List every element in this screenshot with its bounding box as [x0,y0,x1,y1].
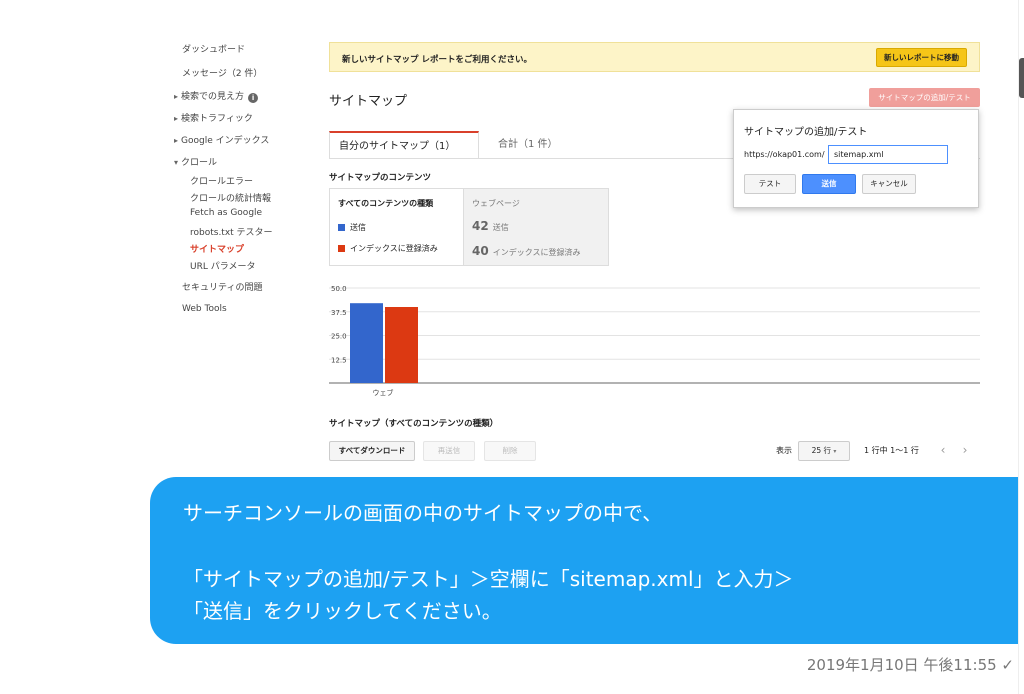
sitemap-bar-chart: 50.0 37.5 25.0 12.5 ウェブ [329,285,980,397]
indexed-count-label: インデックスに登録済み [492,248,581,257]
tab-my-sitemaps[interactable]: 自分のサイトマップ（1） [329,131,479,159]
sidebar-item-sitemaps[interactable]: サイトマップ [190,242,244,255]
indexed-count: 40 [472,244,489,258]
add-test-sitemap-button[interactable]: サイトマップの追加/テスト [869,88,980,107]
dialog-title: サイトマップの追加/テスト [744,127,868,138]
rows-select-value: 25 行 [811,446,832,455]
y-tick-label: 25.0 [331,333,347,341]
cancel-button[interactable]: キャンセル [862,174,916,194]
contents-section-title: サイトマップのコンテンツ [329,173,432,183]
banner-text: 新しいサイトマップ レポートをご利用ください。 [342,55,532,65]
bar-submitted [350,303,383,383]
display-label: 表示 [776,446,792,455]
go-to-new-report-button[interactable]: 新しいレポートに移動 [876,48,967,67]
message-line-2: 「サイトマップの追加/テスト」＞空欄に「sitemap.xml」と入力＞ [183,567,794,591]
sidebar-item-dashboard[interactable]: ダッシュボード [182,42,245,55]
sidebar-item-security[interactable]: セキュリティの問題 [182,280,262,293]
sidebar-item-robots-tester[interactable]: robots.txt テスター [190,225,273,238]
site-url-prefix: https://okap01.com/ [744,150,825,159]
y-tick-label: 50.0 [331,285,347,293]
sidebar-item-label: 検索での見え方 [181,92,245,102]
legend-header: すべてのコンテンツの種類 [338,199,434,208]
add-sitemap-dialog: サイトマップの追加/テスト https://okap01.com/ sitema… [733,109,979,208]
sidebar-item-crawl-stats[interactable]: クロールの統計情報 [190,191,271,204]
sitemap-list-title: サイトマップ（すべてのコンテンツの種類） [329,419,499,429]
legend-web-header: ウェブページ [472,199,520,208]
rows-per-page-select[interactable]: 25 行 ▾ [798,441,850,461]
sidebar-item-label: Google インデックス [181,136,270,146]
page-title: サイトマップ [329,94,408,109]
submitted-count-label: 送信 [492,223,509,232]
bar-indexed [385,307,418,383]
sidebar-item-crawl-errors[interactable]: クロールエラー [190,174,253,187]
download-all-button[interactable]: すべてダウンロード [329,441,415,461]
sidebar-item-messages[interactable]: メッセージ（2 件） [182,66,262,79]
x-tick-label: ウェブ [373,388,394,397]
legend-label: 送信 [350,223,366,232]
test-button[interactable]: テスト [744,174,796,194]
contents-legend: すべてのコンテンツの種類 送信 インデックスに登録済み ウェブページ 42 送信 … [329,188,609,266]
legend-all-types[interactable]: すべてのコンテンツの種類 送信 インデックスに登録済み [329,188,464,266]
chat-message-bubble: サーチコンソールの画面の中のサイトマップの中で、 「サイトマップの追加/テスト」… [150,477,1018,644]
indexed-count-row: 40 インデックスに登録済み [472,244,580,258]
sidebar-item-search-appearance[interactable]: 検索での見え方i [174,89,259,103]
prev-page-icon[interactable]: ‹ [933,441,953,461]
red-swatch [338,245,345,252]
sidebar-item-web-tools[interactable]: Web Tools [182,304,227,314]
sidebar-item-google-index[interactable]: Google インデックス [174,133,269,146]
resubmit-button[interactable]: 再送信 [423,441,475,461]
sidebar-item-fetch-as-google[interactable]: Fetch as Google [190,208,262,218]
submit-button[interactable]: 送信 [802,174,856,194]
legend-label: インデックスに登録済み [350,244,438,253]
blue-swatch [338,224,345,231]
submitted-count-row: 42 送信 [472,219,509,233]
page-range: 1 行中 1〜1 行 [864,446,919,455]
delete-button[interactable]: 削除 [484,441,536,461]
sidebar-item-url-params[interactable]: URL パラメータ [190,259,255,272]
submitted-count: 42 [472,219,489,233]
info-icon: i [248,93,259,103]
message-line-1: サーチコンソールの画面の中のサイトマップの中で、 [183,501,663,525]
sidebar-item-search-traffic[interactable]: 検索トラフィック [174,111,253,124]
sidebar-item-label: 検索トラフィック [181,114,253,124]
sidebar-item-label: クロール [181,158,218,168]
message-line-3: 「送信」をクリックしてください。 [183,599,502,623]
sidebar-item-crawl[interactable]: クロール [174,155,217,168]
chevron-down-icon: ▾ [833,448,837,455]
sitemap-tabs: 自分のサイトマップ（1） 合計（1 件） [329,131,729,159]
new-report-banner: 新しいサイトマップ レポートをご利用ください。 新しいレポートに移動 [329,42,980,72]
legend-web-pages[interactable]: ウェブページ 42 送信 40 インデックスに登録済み [464,188,609,266]
search-console-screenshot: ダッシュボード メッセージ（2 件） 検索での見え方i 検索トラフィック Goo… [166,0,1002,470]
tab-total[interactable]: 合計（1 件） [489,131,567,159]
y-tick-label: 37.5 [331,309,347,317]
sitemap-list-toolbar: すべてダウンロード 再送信 削除 表示 25 行 ▾ 1 行中 1〜1 行 ‹ … [329,441,980,461]
window-edge [1018,0,1024,694]
y-tick-label: 12.5 [331,356,347,364]
scrollbar-thumb[interactable] [1019,58,1024,98]
legend-submitted[interactable]: 送信 [338,222,366,233]
next-page-icon[interactable]: › [955,441,975,461]
message-timestamp: 2019年1月10日 午後11:55 ✓ [806,656,1014,674]
legend-indexed[interactable]: インデックスに登録済み [338,243,438,254]
sitemap-path-input[interactable]: sitemap.xml [828,145,948,164]
